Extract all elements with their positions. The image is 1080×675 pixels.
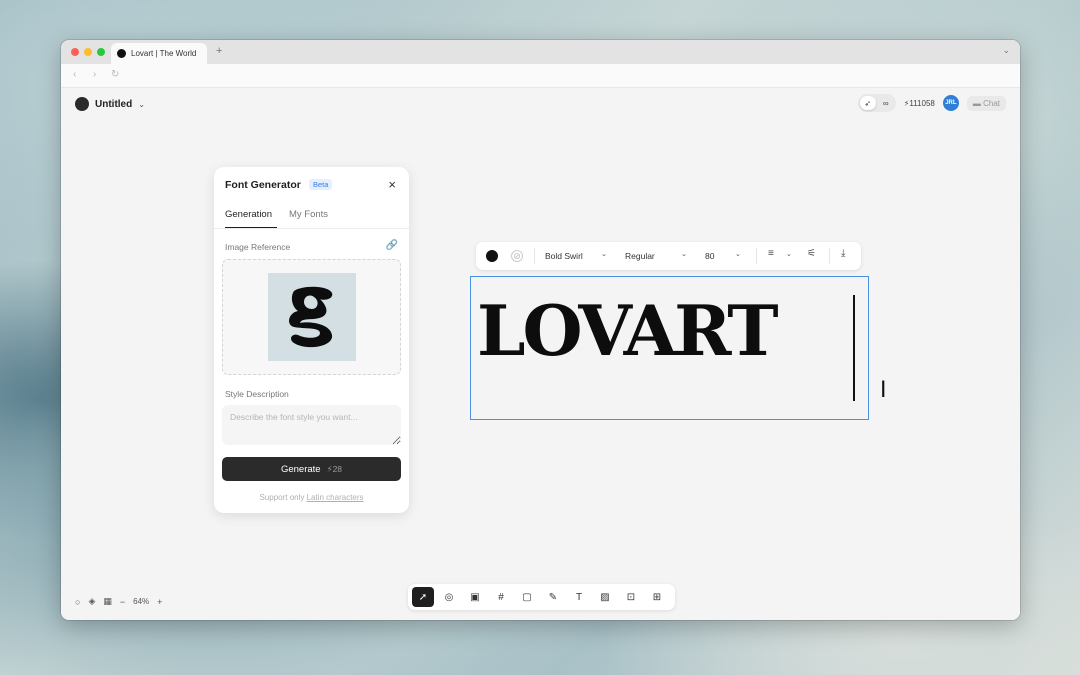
project-name: Untitled (95, 98, 133, 110)
zoom-out-button[interactable]: − (120, 597, 125, 607)
text-caret (853, 295, 855, 401)
link-icon[interactable]: 🔗 (386, 240, 398, 251)
image-reference-label: Image Reference (225, 242, 291, 252)
browser-tab-title: Lovart | The World (131, 49, 197, 58)
bottom-left-controls: ○ ◈ ▦ − 64% + (75, 596, 162, 607)
mode-toggle[interactable]: ➶ ∞ (857, 94, 896, 112)
layers-icon[interactable]: ◈ (88, 596, 95, 607)
window-close-button[interactable] (71, 48, 79, 56)
window-minimize-button[interactable] (84, 48, 92, 56)
align-left-icon[interactable]: ≡ (768, 248, 774, 259)
image-tool[interactable]: ▣ (464, 587, 486, 607)
chat-label: Chat (983, 98, 1000, 108)
chevron-down-icon: ⌄ (138, 99, 145, 109)
chevron-down-icon[interactable]: ⌄ (681, 250, 687, 258)
latin-characters-link[interactable]: Latin characters (307, 493, 364, 502)
frame-tool[interactable]: # (490, 587, 512, 607)
browser-navbar: ‹ › ↻ (61, 64, 1020, 88)
lovart-favicon-icon (117, 49, 126, 58)
project-menu[interactable]: Untitled ⌄ (75, 97, 145, 111)
tab-divider (214, 228, 409, 229)
zoom-level[interactable]: 64% (133, 597, 149, 606)
generate-button[interactable]: Generate ⚡28 (222, 457, 401, 481)
style-description-label: Style Description (225, 389, 289, 399)
latin-hint: Support only Latin characters (214, 493, 409, 502)
reference-image[interactable] (268, 273, 356, 361)
text-tool[interactable]: T (568, 587, 590, 607)
style-description-input[interactable] (222, 405, 401, 445)
tab-my-fonts[interactable]: My Fonts (289, 209, 328, 220)
chevron-down-icon[interactable]: ⌄ (601, 250, 607, 258)
chat-icon: ▬ (972, 98, 984, 108)
generate-cost-value: 28 (332, 463, 343, 474)
avatar[interactable]: JRL (942, 95, 959, 111)
image-reference-dropzone[interactable] (222, 259, 401, 375)
reference-glyph-image (289, 286, 333, 348)
panel-title: Font Generator (225, 179, 301, 191)
circle-icon[interactable]: ○ (75, 597, 80, 607)
forward-button[interactable]: › (93, 69, 96, 80)
browser-tab[interactable]: Lovart | The World (111, 43, 207, 64)
close-icon[interactable]: × (388, 177, 396, 192)
pen-tool[interactable]: ✎ (542, 587, 564, 607)
lovart-logo-icon (75, 97, 89, 111)
header-right: ➶ ∞ ⚡111058 JRL ▬ Chat (857, 94, 1006, 112)
text-element-selection[interactable]: LOVART (470, 276, 869, 420)
window-maximize-button[interactable] (97, 48, 105, 56)
sliders-icon[interactable]: ⚟ (807, 248, 816, 259)
font-weight-select[interactable]: Regular (625, 251, 655, 261)
browser-window: Lovart | The World + ⌄ ‹ › ↻ Untitled ⌄ … (61, 40, 1020, 620)
chevron-down-icon[interactable]: ⌄ (786, 250, 792, 258)
font-family-select[interactable]: Bold Swirl (545, 251, 583, 261)
credits-value: 111058 (909, 98, 935, 108)
tab-generation[interactable]: Generation (225, 209, 272, 220)
ibeam-cursor-icon: I (880, 378, 887, 403)
download-icon[interactable]: ⤓ (841, 248, 845, 259)
select-tool[interactable]: ➚ (412, 587, 434, 607)
infinity-icon[interactable]: ∞ (878, 96, 894, 110)
lovart-app: Untitled ⌄ ➶ ∞ ⚡111058 JRL ▬ Chat Font G… (61, 88, 1020, 620)
toolbar-divider (534, 248, 535, 264)
font-generator-panel: Font Generator Beta × Generation My Font… (214, 167, 409, 513)
shape-tool[interactable]: ▢ (516, 587, 538, 607)
generate-cost: ⚡28 (327, 464, 342, 475)
toolbar-divider (756, 248, 757, 264)
beta-badge: Beta (309, 179, 333, 190)
canvas-text[interactable]: LOVART (477, 297, 779, 366)
chat-button[interactable]: ▬ Chat (966, 95, 1006, 111)
video-gen-tool[interactable]: ⊡ (620, 587, 642, 607)
font-gen-tool[interactable]: ⊞ (646, 587, 668, 607)
generate-label: Generate (280, 463, 321, 475)
zoom-in-button[interactable]: + (157, 597, 162, 607)
text-format-toolbar: ⊘ Bold Swirl ⌄ Regular ⌄ 80 ⌄ ≡ ⌄ ⚟ ⤓ (476, 242, 861, 270)
tool-palette: ➚ ◎ ▣ # ▢ ✎ T ▨ ⊡ ⊞ (408, 584, 675, 610)
credits-counter[interactable]: ⚡111058 (904, 99, 935, 108)
hint-prefix: Support only (259, 493, 307, 502)
back-button[interactable]: ‹ (73, 69, 76, 80)
rocket-icon[interactable]: ➶ (859, 96, 876, 110)
assets-icon[interactable]: ▦ (103, 596, 112, 607)
reload-button[interactable]: ↻ (111, 69, 119, 80)
fill-color-swatch[interactable] (486, 250, 498, 262)
mark-tool[interactable]: ◎ (438, 587, 460, 607)
toolbar-divider (829, 248, 830, 264)
chevron-down-icon[interactable]: ⌄ (735, 250, 741, 258)
no-stroke-icon[interactable]: ⊘ (511, 250, 523, 262)
font-size-select[interactable]: 80 (705, 251, 714, 261)
tab-list-chevron-icon[interactable]: ⌄ (1002, 45, 1010, 56)
new-tab-button[interactable]: + (216, 45, 222, 57)
browser-tabbar: Lovart | The World + ⌄ (61, 40, 1020, 64)
image-gen-tool[interactable]: ▨ (594, 587, 616, 607)
